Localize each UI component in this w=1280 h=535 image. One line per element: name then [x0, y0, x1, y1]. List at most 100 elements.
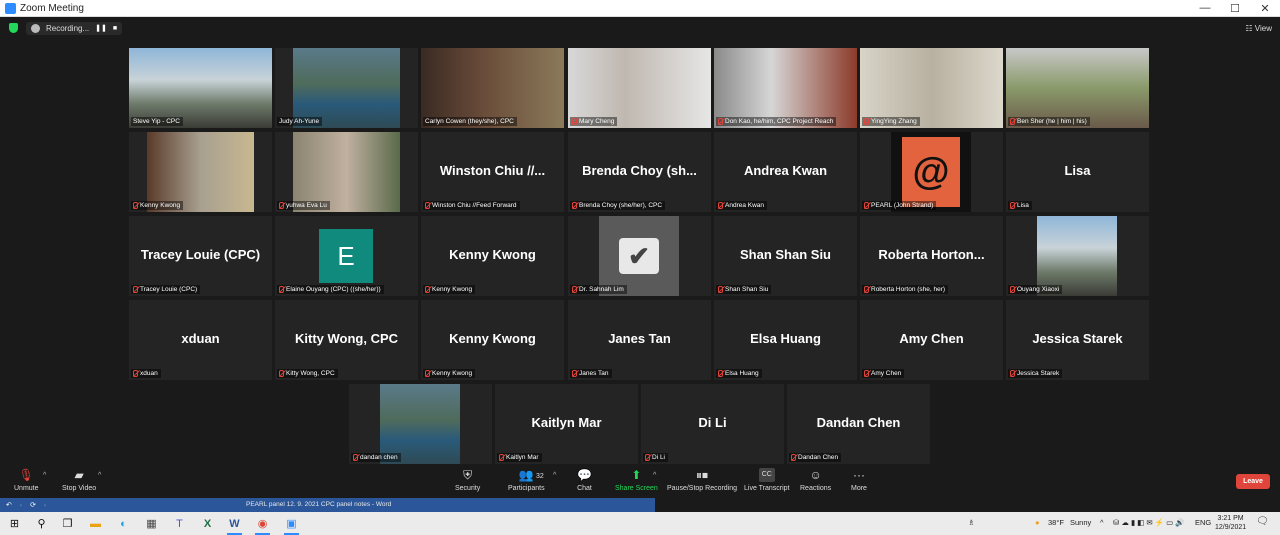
audio-options-caret[interactable]: ^ [43, 472, 46, 479]
leave-button[interactable]: Leave [1236, 474, 1270, 489]
participant-tile[interactable]: Dandan Chen Dandan Chen [787, 384, 930, 464]
notifications-icon[interactable]: 🗨 [1256, 516, 1269, 527]
participant-tile[interactable]: Brenda Choy (sh... Brenda Choy (she/her),… [568, 132, 711, 212]
people-icon[interactable]: ♗ [968, 518, 975, 527]
participant-tile[interactable]: Judy Ah-Yune [275, 48, 418, 128]
participant-tile[interactable]: Di Li Di Li [641, 384, 784, 464]
participant-tile[interactable]: Tracey Louie (CPC) Tracey Louie (CPC) [129, 216, 272, 296]
mic-muted-icon [353, 454, 358, 461]
participant-tile[interactable]: Don Kao, he/him, CPC Project Reach [714, 48, 857, 128]
participant-video [421, 48, 564, 128]
participant-tile[interactable]: Steve Yip - CPC [129, 48, 272, 128]
chrome-icon[interactable]: ◉ [255, 516, 270, 535]
participant-tile[interactable]: Andrea Kwan Andrea Kwan [714, 132, 857, 212]
participant-name-label: Dandan Chen [789, 453, 842, 462]
mic-muted-icon [1010, 370, 1015, 377]
close-button[interactable]: ✕ [1250, 2, 1280, 15]
participant-tile[interactable]: Janes Tan Janes Tan [568, 300, 711, 380]
live-transcript-button[interactable]: CC Live Transcript [744, 468, 790, 492]
participant-name-label: Steve Yip - CPC [131, 117, 183, 126]
word-document-title: PEARL panel 12. 9. 2021 CPC panel notes … [246, 501, 392, 508]
checkmark-avatar-icon: ✔ [599, 216, 679, 296]
participant-tile[interactable]: Elsa Huang Elsa Huang [714, 300, 857, 380]
file-explorer-icon[interactable]: ▬ [88, 516, 103, 531]
participant-tile[interactable]: Kenny Kwong [129, 132, 272, 212]
security-shield-icon[interactable] [9, 23, 18, 33]
participant-name: Judy Ah-Yune [279, 118, 320, 125]
participant-display-name: Janes Tan [608, 331, 671, 346]
stop-video-button[interactable]: ▰ Stop Video [62, 468, 96, 492]
search-icon[interactable]: ⚲ [34, 516, 49, 531]
tray-chevron-icon[interactable]: ^ [1100, 518, 1104, 527]
language-indicator[interactable]: ENG [1195, 518, 1211, 527]
stop-recording-button[interactable]: ■ [113, 25, 117, 32]
mic-muted-icon [1010, 118, 1015, 125]
participants-button[interactable]: 👥 Participants [508, 468, 545, 492]
weather-temp[interactable]: 38°F [1048, 518, 1064, 527]
task-view-icon[interactable]: ❒ [60, 516, 75, 531]
teams-icon[interactable]: T [172, 516, 187, 531]
participant-tile[interactable]: Kenny Kwong Kenny Kwong [421, 300, 564, 380]
clock[interactable]: 3:21 PM 12/9/2021 [1215, 514, 1246, 532]
participant-name-label: dandan chen [351, 453, 401, 462]
participant-tile[interactable]: Jessica Starek Jessica Starek [1006, 300, 1149, 380]
participant-tile[interactable]: dandan chen [349, 384, 492, 464]
windows-start-icon[interactable]: ⊞ [7, 516, 22, 531]
share-options-caret[interactable]: ^ [653, 472, 656, 479]
participant-display-name: Kaitlyn Mar [531, 415, 602, 430]
video-options-caret[interactable]: ^ [98, 472, 101, 479]
edge-icon[interactable]: ◐ [116, 516, 131, 531]
more-button[interactable]: ··· More [851, 468, 867, 492]
participant-name: Ouyang Xiaoxi [1017, 286, 1060, 293]
weather-desc[interactable]: Sunny [1070, 518, 1091, 527]
word-icon[interactable]: W [227, 516, 242, 535]
participant-tile[interactable]: ✔ Dr. Sahnah Lim [568, 216, 711, 296]
participant-name: Winston Chiu //Feed Forward [432, 202, 517, 209]
view-label: View [1254, 23, 1272, 33]
chat-button[interactable]: 💬 Chat [577, 468, 592, 492]
participant-tile[interactable]: Roberta Horton... Roberta Horton (she, he… [860, 216, 1003, 296]
share-screen-button[interactable]: ⬆ Share Screen [615, 468, 658, 492]
minimize-button[interactable]: — [1190, 2, 1220, 15]
mic-muted-icon [279, 286, 284, 293]
participant-tile[interactable]: Mary Cheng [568, 48, 711, 128]
word-quick-access[interactable]: ↶ · ⟳ · [6, 501, 49, 509]
pause-recording-button[interactable]: ❚❚ [95, 24, 107, 32]
participant-tile[interactable]: Lisa Lisa [1006, 132, 1149, 212]
participant-display-name: Kenny Kwong [449, 331, 536, 346]
security-button[interactable]: ⛨ Security [455, 468, 480, 492]
participant-tile[interactable]: Winston Chiu //... Winston Chiu //Feed Fo… [421, 132, 564, 212]
pause-stop-icon: ⏸⏹ [696, 468, 709, 482]
recording-indicator: Recording... ❚❚ ■ [26, 21, 123, 35]
participant-video [714, 48, 857, 128]
mic-muted-icon [645, 454, 650, 461]
participant-tile[interactable]: Kitty Wong, CPC Kitty Wong, CPC [275, 300, 418, 380]
reactions-button[interactable]: ☺ Reactions [800, 468, 831, 492]
participant-tile[interactable]: YingYing Zhang [860, 48, 1003, 128]
participant-tile[interactable]: E Elaine Ouyang (CPC) ((she/her)) [275, 216, 418, 296]
participant-tile[interactable]: xduan xduan [129, 300, 272, 380]
mic-muted-icon [1010, 202, 1015, 209]
participant-tile[interactable]: Kaitlyn Mar Kaitlyn Mar [495, 384, 638, 464]
participant-name: Amy Chen [871, 370, 902, 377]
chat-icon: 💬 [577, 468, 592, 482]
tray-icons[interactable]: ⛁ ☁ ▮ ◧ ✉ ⚡ ▭ 🔊 [1113, 518, 1185, 527]
pause-stop-recording-button[interactable]: ⏸⏹ Pause/Stop Recording [667, 468, 737, 492]
participant-tile[interactable]: Kenny Kwong Kenny Kwong [421, 216, 564, 296]
unmute-button[interactable]: 🎙 Unmute [14, 468, 39, 492]
participant-tile[interactable]: Ben Sher (he | him | his) [1006, 48, 1149, 128]
participant-tile[interactable]: @ PEARL (John Strand) [860, 132, 1003, 212]
participant-tile[interactable]: Carlyn Cowen (they/she), CPC [421, 48, 564, 128]
zoom-icon[interactable]: ▣ [284, 516, 299, 535]
participants-caret[interactable]: ^ [553, 472, 556, 479]
participant-tile[interactable]: Amy Chen Amy Chen [860, 300, 1003, 380]
participant-tile[interactable]: Shan Shan Siu Shan Shan Siu [714, 216, 857, 296]
maximize-button[interactable]: ☐ [1220, 2, 1250, 15]
excel-icon[interactable]: X [200, 516, 215, 531]
view-button[interactable]: ☷ View [1245, 24, 1272, 33]
participant-display-name: Elsa Huang [750, 331, 821, 346]
participant-tile[interactable]: yuhwa Eva Lu [275, 132, 418, 212]
participant-name: Janes Tan [579, 370, 609, 377]
participant-tile[interactable]: Ouyang Xiaoxi [1006, 216, 1149, 296]
calculator-icon[interactable]: ▦ [144, 516, 159, 531]
